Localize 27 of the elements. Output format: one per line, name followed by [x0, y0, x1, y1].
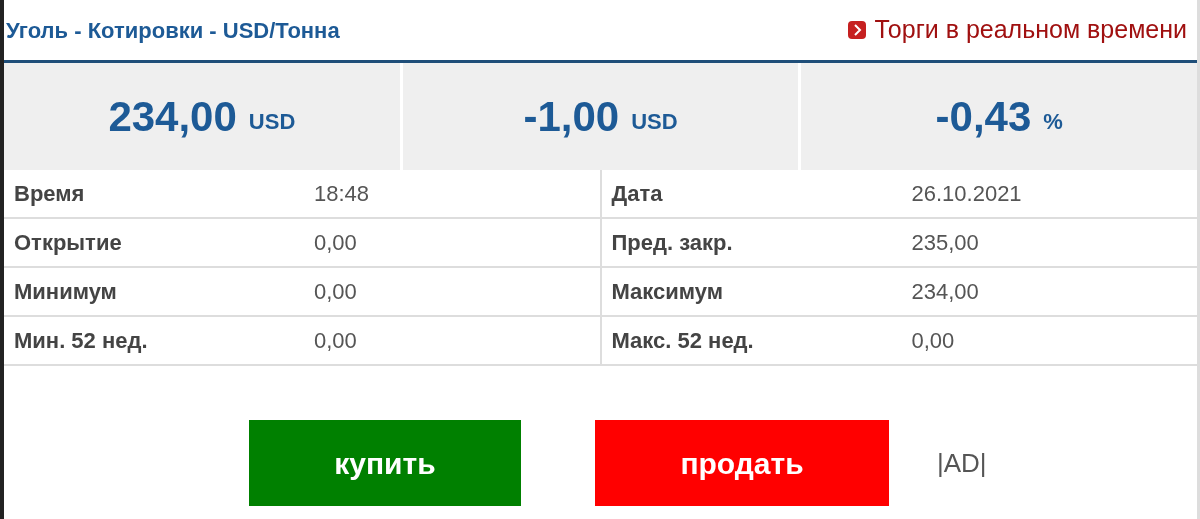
quote-value: -0,43 [935, 92, 1032, 142]
buy-button[interactable]: купить [249, 420, 521, 506]
stat-value: 18:48 [314, 180, 370, 208]
stat-value: 26.10.2021 [911, 180, 1022, 208]
quote-unit: USD [248, 108, 296, 136]
stat-value: 0,00 [314, 229, 357, 257]
stat-label: Открытие [14, 229, 123, 257]
sell-button[interactable]: продать [595, 420, 889, 506]
quote-value: -1,00 [523, 92, 620, 142]
stat-label: Макс. 52 нед. [611, 327, 755, 355]
stat-value: 0,00 [911, 327, 955, 355]
ad-link[interactable]: |AD| [937, 443, 987, 483]
stat-value: 0,00 [314, 327, 357, 355]
stat-label: Дата [611, 180, 664, 208]
stat-label: Пред. закр. [611, 229, 734, 257]
stat-value: 0,00 [314, 278, 357, 306]
realtime-link[interactable]: Торги в реальном времени [846, 11, 1187, 49]
quote-value: 234,00 [108, 92, 237, 142]
stat-label: Время [14, 180, 86, 208]
quote-unit: % [1043, 108, 1063, 136]
quote-unit: USD [631, 108, 678, 136]
stat-value: 235,00 [911, 229, 979, 257]
page-title: Уголь - Котировки - USD/Тонна [6, 16, 340, 45]
stat-label: Максимум [611, 278, 724, 306]
stat-label: Мин. 52 нед. [14, 327, 149, 355]
stat-value: 234,00 [911, 278, 979, 306]
stat-label: Минимум [14, 278, 118, 306]
